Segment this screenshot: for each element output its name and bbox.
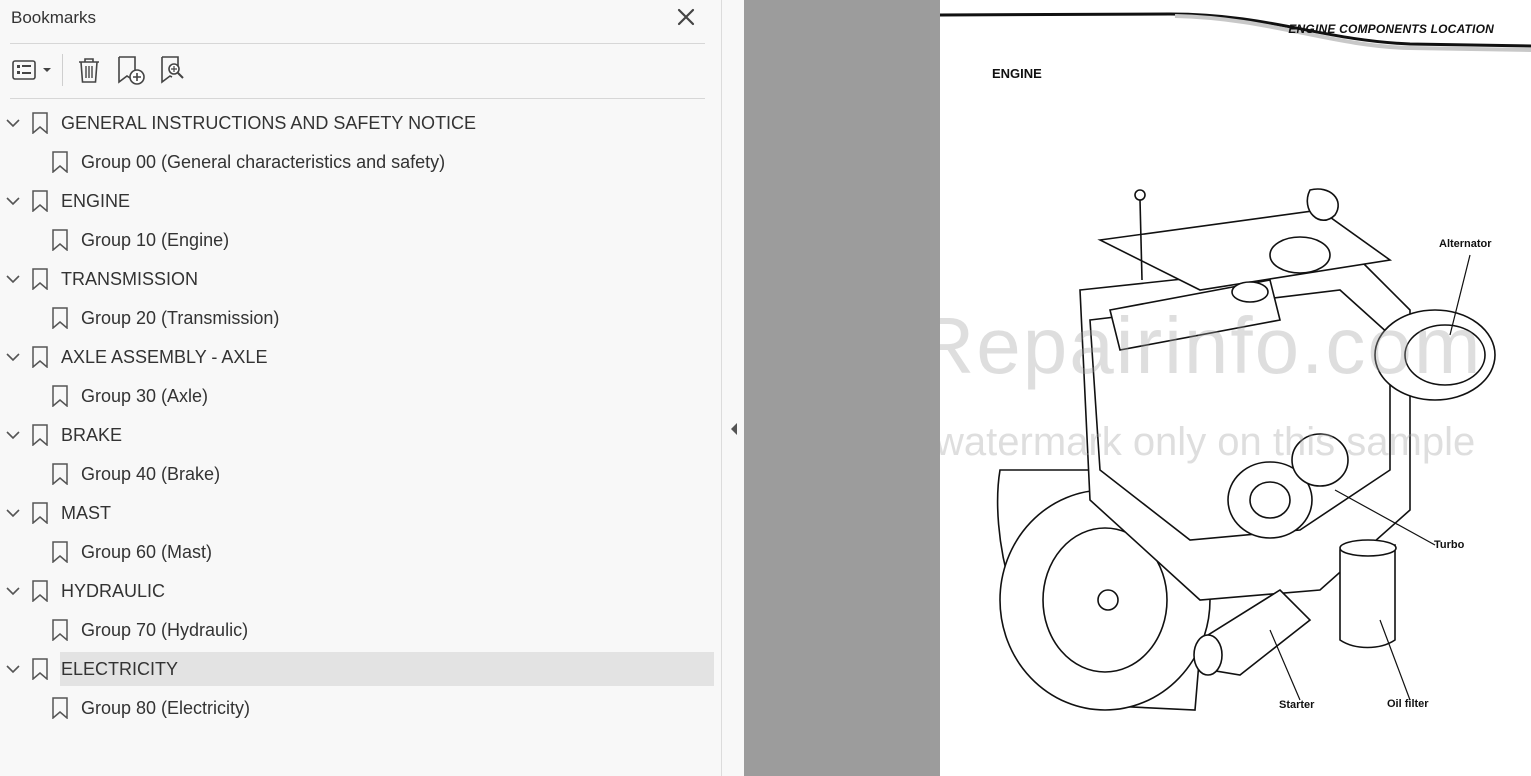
collapse-panel-icon[interactable] (729, 421, 739, 437)
section-title: ENGINE (992, 66, 1042, 81)
watermark-main: eRepairinfo.com (940, 301, 1483, 390)
bookmark-child-item[interactable]: Group 20 (Transmission) (0, 299, 722, 338)
bookmark-child-item[interactable]: Group 10 (Engine) (0, 221, 722, 260)
bookmark-label: Group 20 (Transmission) (81, 308, 280, 328)
bookmark-child-item[interactable]: Group 30 (Axle) (0, 377, 722, 416)
bookmark-item[interactable]: AXLE ASSEMBLY - AXLE (0, 338, 722, 377)
bookmark-label: TRANSMISSION (61, 269, 199, 289)
add-bookmark-icon[interactable] (115, 54, 147, 86)
list-options-icon[interactable] (10, 54, 54, 86)
bookmark-label: Group 80 (Electricity) (81, 698, 251, 718)
callout-alternator: Alternator (1439, 238, 1492, 250)
panel-title: Bookmarks (11, 8, 97, 27)
bookmark-label: Group 60 (Mast) (81, 542, 213, 562)
bookmarks-toolbar (10, 51, 189, 89)
bookmark-child-item[interactable]: Group 70 (Hydraulic) (0, 611, 722, 650)
divider (10, 98, 705, 99)
bookmark-item[interactable]: MAST (0, 494, 722, 533)
bookmark-icon (32, 658, 48, 680)
bookmark-icon (52, 307, 68, 329)
bookmark-tree: GENERAL INSTRUCTIONS AND SAFETY NOTICE G… (0, 104, 722, 728)
bookmark-icon (32, 268, 48, 290)
bookmark-label: Group 40 (Brake) (81, 464, 221, 484)
bookmark-label: ELECTRICITY (61, 659, 179, 679)
watermark-sub: watermark only on this sample (940, 420, 1476, 464)
divider (10, 43, 705, 44)
bookmark-icon (52, 229, 68, 251)
close-icon[interactable] (674, 5, 698, 29)
bookmark-icon (32, 502, 48, 524)
bookmark-icon (32, 112, 48, 134)
callout-turbo: Turbo (1434, 539, 1465, 551)
panel-splitter[interactable] (722, 0, 744, 776)
trash-icon[interactable] (73, 54, 105, 86)
bookmark-label: Group 10 (Engine) (81, 230, 230, 250)
chevron-down-icon[interactable] (5, 506, 21, 520)
bookmark-child-item[interactable]: Group 80 (Electricity) (0, 689, 722, 728)
toolbar-divider (62, 54, 63, 86)
callout-starter: Starter (1279, 699, 1315, 711)
bookmark-icon (52, 463, 68, 485)
document-page[interactable]: ENGINE COMPONENTS LOCATION ENGINE Altern… (940, 0, 1531, 776)
chevron-down-icon[interactable] (5, 116, 21, 130)
find-bookmark-icon[interactable] (157, 54, 189, 86)
bookmark-item[interactable]: ENGINE (0, 182, 722, 221)
chevron-down-icon[interactable] (5, 194, 21, 208)
bookmark-child-item[interactable]: Group 40 (Brake) (0, 455, 722, 494)
chevron-down-icon[interactable] (5, 428, 21, 442)
bookmarks-panel: Bookmarks GENERAL INSTRUCTIONS AND SAFET… (0, 0, 722, 776)
bookmark-icon (52, 619, 68, 641)
bookmark-item[interactable]: HYDRAULIC (0, 572, 722, 611)
bookmark-label: MAST (61, 503, 112, 523)
chevron-down-icon[interactable] (5, 584, 21, 598)
bookmark-icon (32, 580, 48, 602)
chevron-down-icon[interactable] (5, 350, 21, 364)
bookmark-icon (32, 346, 48, 368)
document-viewer-background (744, 0, 940, 776)
bookmark-label: Group 70 (Hydraulic) (81, 620, 249, 640)
bookmark-item[interactable]: BRAKE (0, 416, 722, 455)
bookmark-label: HYDRAULIC (61, 581, 166, 601)
bookmark-label: BRAKE (61, 425, 123, 445)
bookmark-child-item[interactable]: Group 60 (Mast) (0, 533, 722, 572)
bookmark-label: Group 00 (General characteristics and sa… (81, 152, 446, 172)
callout-oil-filter: Oil filter (1387, 698, 1429, 710)
bookmark-label: ENGINE (61, 191, 131, 211)
bookmark-item-selected[interactable]: ELECTRICITY (0, 650, 722, 689)
bookmark-item[interactable]: TRANSMISSION (0, 260, 722, 299)
bookmark-label: AXLE ASSEMBLY - AXLE (61, 347, 268, 367)
chevron-down-icon[interactable] (5, 272, 21, 286)
page-header: ENGINE COMPONENTS LOCATION (1288, 22, 1494, 36)
chevron-down-icon[interactable] (5, 662, 21, 676)
bookmark-icon (32, 190, 48, 212)
bookmark-child-item[interactable]: Group 00 (General characteristics and sa… (0, 143, 722, 182)
bookmark-icon (52, 151, 68, 173)
bookmark-item[interactable]: GENERAL INSTRUCTIONS AND SAFETY NOTICE (0, 104, 722, 143)
bookmark-label: GENERAL INSTRUCTIONS AND SAFETY NOTICE (61, 113, 477, 133)
bookmark-label: Group 30 (Axle) (81, 386, 209, 406)
bookmark-icon (52, 385, 68, 407)
bookmark-icon (32, 424, 48, 446)
bookmark-icon (52, 697, 68, 719)
bookmark-icon (52, 541, 68, 563)
